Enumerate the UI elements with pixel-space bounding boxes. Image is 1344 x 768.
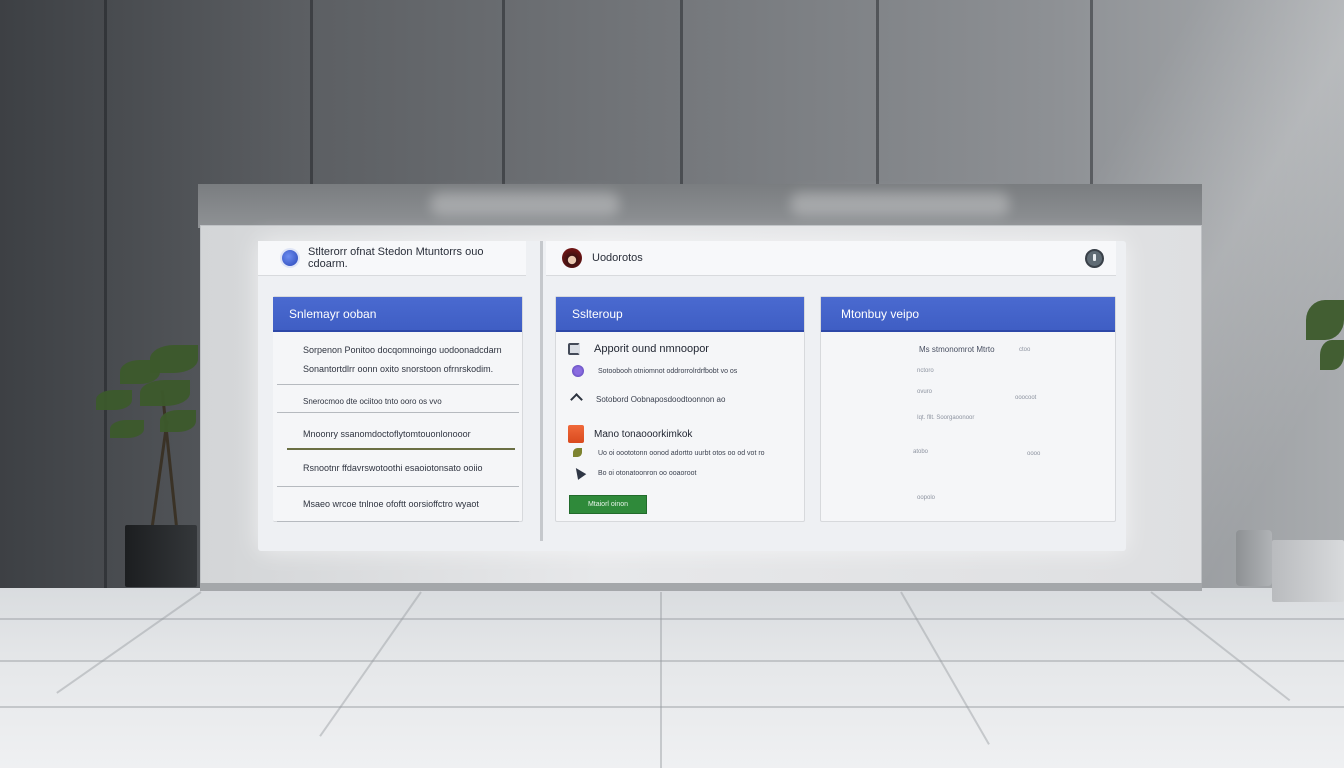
task-row[interactable]: Uo oi ooototonn oonod adortto uurbt otos… [572, 447, 765, 459]
plant-leaf [1306, 300, 1344, 340]
screen-divider [540, 241, 543, 541]
info-line: ovuro [917, 389, 933, 395]
floor-joint [0, 660, 1344, 662]
floor [0, 588, 1344, 768]
list-divider [277, 521, 519, 522]
setup-card-title: Sslteroup [556, 297, 804, 332]
list-item[interactable]: Snerocmoo dte ociitoo tnto ooro os vvo [287, 397, 519, 406]
list-divider [277, 412, 519, 413]
vase [1236, 530, 1272, 586]
task-row[interactable]: Bo oi otonatoonron oo ooaoroot [572, 467, 696, 479]
task-label: Bo oi otonatoonron oo ooaoroot [598, 469, 697, 477]
info-value: ctoo [1019, 347, 1031, 353]
glare [790, 192, 1010, 216]
orange-app-icon [568, 425, 584, 443]
list-item[interactable]: Msaeo wrcoe tnlnoe ofoftt oorsioffctro w… [287, 499, 519, 509]
plant-icon [572, 447, 584, 459]
circle-icon [572, 365, 584, 377]
info-line: Iqt. fllt. Soorgaoonoor [917, 415, 975, 421]
info-line: Ms stmonomrot Mtrto [919, 345, 995, 354]
checkbox-icon[interactable] [568, 343, 580, 355]
left-header-title: Stlterorr ofnat Stedon Mtuntorrs ouo cdo… [307, 246, 484, 270]
wall-panel-line [104, 0, 107, 592]
info-line: nctoro [917, 368, 934, 374]
floor-joint [0, 618, 1344, 620]
right-header-title: Uodorotos [592, 252, 643, 264]
task-row[interactable]: Sotoobooh otniomnot oddrorrolrdrfbobt vo… [572, 365, 737, 377]
mentor-card-title: Mtonbuy veipo [821, 297, 1115, 332]
app-logo-icon[interactable] [280, 248, 300, 268]
plant-leaf [1320, 340, 1344, 370]
plant-leaf [96, 390, 132, 410]
list-divider [277, 486, 519, 487]
clock-icon[interactable] [1085, 249, 1104, 268]
summary-card: Snlemayr ooban Sorpenon Ponitoo docqomno… [273, 296, 523, 522]
info-value: ooocoot [1015, 395, 1037, 401]
arrow-icon [572, 467, 584, 479]
plant-pot [125, 525, 197, 587]
info-value: oooo [1027, 451, 1041, 457]
plant-leaf [110, 420, 144, 438]
glare [430, 192, 620, 216]
list-divider [287, 448, 515, 450]
plant-leaf [150, 345, 198, 373]
kiosk-top [198, 184, 1202, 228]
list-item[interactable]: Sonantortdlrr oonn oxito snorstoon ofrnr… [287, 364, 519, 374]
plant-leaf [160, 410, 196, 432]
list-item[interactable]: Sorpenon Ponitoo docqomnoingo uodoonadcd… [287, 345, 519, 355]
list-item[interactable]: Rsnootnr ffdavrswotoothi esaoiotonsato o… [287, 463, 519, 473]
task-label: Mano tonaooorkimkok [594, 428, 693, 440]
info-line: oopolo [917, 495, 936, 501]
task-label: Uo oi ooototonn oonod adortto uurbt otos… [598, 449, 765, 457]
summary-card-title: Snlemayr ooban [273, 297, 522, 332]
floor-joint [0, 706, 1344, 708]
task-label: Sotoobooh otniomnot oddrorrolrdrfbobt vo… [598, 367, 738, 375]
chevron-icon [570, 393, 582, 405]
mentor-card: Mtonbuy veipo Ms stmonomrot Mtrto ctoo n… [820, 296, 1116, 522]
floor-joint [660, 592, 662, 768]
user-avatar-icon[interactable] [562, 248, 582, 268]
list-divider [277, 384, 519, 385]
green-action-button[interactable]: Mtaiorl oinon [569, 495, 647, 514]
task-label: Sotobord Oobnaposdoodtoonnon ao [596, 394, 726, 404]
task-row[interactable]: Sotobord Oobnaposdoodtoonnon ao [570, 393, 725, 405]
plant-leaf [140, 380, 190, 406]
setup-card: Sslteroup Apporit ound nmnoopor Sotooboo… [555, 296, 805, 522]
task-row[interactable]: Apporit ound nmnoopor [568, 343, 709, 355]
left-header: Stlterorr ofnat Stedon Mtuntorrs ouo cdo… [258, 241, 526, 276]
right-header: Uodorotos [546, 241, 1116, 276]
task-label: Apporit ound nmnoopor [594, 343, 709, 355]
list-item[interactable]: Mnoonry ssanomdoctoflytomtouonlonooor [287, 429, 519, 439]
info-line: atobo [913, 449, 929, 455]
kiosk-base [200, 583, 1202, 591]
task-row[interactable]: Mano tonaooorkimkok [568, 425, 692, 443]
plant-pot [1272, 540, 1344, 602]
scene: Stlterorr ofnat Stedon Mtuntorrs ouo cdo… [0, 0, 1344, 768]
